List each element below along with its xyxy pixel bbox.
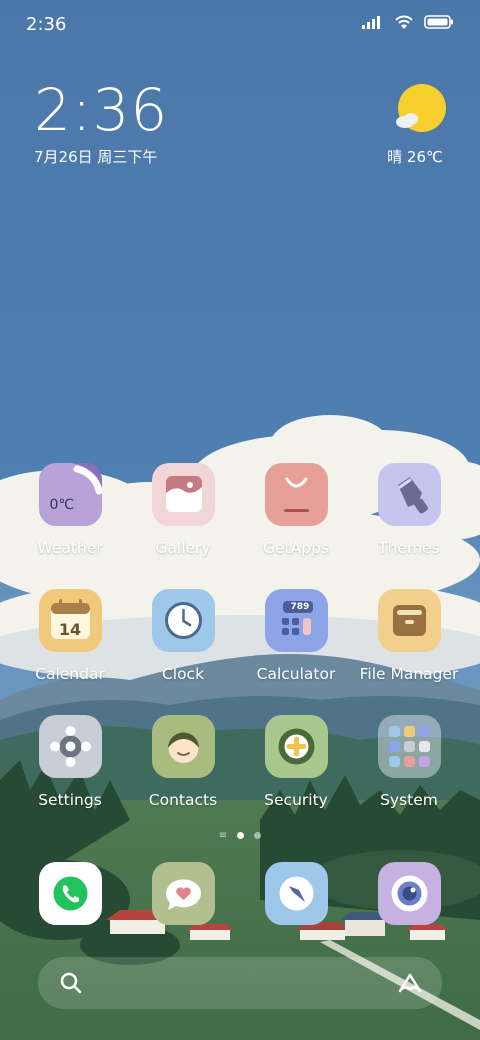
widget-time: 2:36 — [34, 76, 169, 144]
dock-phone[interactable] — [15, 862, 125, 925]
status-icons — [362, 14, 454, 30]
camera-icon — [377, 862, 441, 925]
app-label: Calendar — [35, 665, 105, 683]
app-security[interactable]: Security — [241, 715, 351, 809]
settings-icon — [38, 715, 102, 778]
contacts-icon — [151, 715, 215, 778]
status-time: 2:36 — [26, 14, 67, 35]
app-label: Weather — [37, 539, 103, 557]
app-label: Clock — [161, 665, 205, 683]
calendar-day: 14 — [58, 620, 82, 639]
app-themes[interactable]: Themes — [354, 463, 464, 557]
signal-icon — [362, 16, 380, 29]
clock-widget[interactable]: 2:36 7月26日 周三下午 — [34, 80, 168, 167]
themes-icon — [377, 463, 441, 526]
phone-icon — [38, 862, 102, 925]
assistant-icon[interactable] — [396, 971, 424, 995]
calculator-icon: 789 — [264, 589, 328, 652]
page-indicator[interactable]: ≡ — [0, 830, 480, 841]
gallery-icon — [151, 463, 215, 526]
folder-system[interactable]: System — [354, 715, 464, 809]
sunny-icon — [396, 84, 446, 132]
app-label: Themes — [378, 539, 440, 557]
messaging-icon — [151, 862, 215, 925]
getapps-icon — [264, 463, 328, 526]
status-bar: 2:36 — [0, 0, 480, 50]
app-gallery[interactable]: Gallery — [128, 463, 238, 557]
app-label: Contacts — [148, 791, 218, 809]
app-label: GetApps — [263, 539, 329, 557]
clock-app-icon — [151, 589, 215, 652]
app-label: Gallery — [155, 539, 211, 557]
search-icon — [60, 972, 82, 994]
weather-app-icon: 0℃ — [38, 463, 102, 526]
file-manager-icon — [377, 589, 441, 652]
dock-camera[interactable] — [354, 862, 464, 925]
calculator-display: 789 — [290, 602, 310, 612]
dock-messaging[interactable] — [128, 862, 238, 925]
weather-widget[interactable]: 晴 26℃ — [380, 84, 450, 167]
browser-icon — [264, 862, 328, 925]
app-getapps[interactable]: GetApps — [241, 463, 351, 557]
app-label: Security — [264, 791, 328, 809]
app-label: System — [380, 791, 438, 809]
weather-app-badge: 0℃ — [49, 497, 75, 513]
security-icon — [264, 715, 328, 778]
calendar-icon: 14 — [38, 589, 102, 652]
battery-icon — [424, 15, 453, 29]
app-calendar[interactable]: 14 Calendar — [15, 589, 125, 683]
widget-date: 7月26日 周三下午 — [34, 148, 158, 166]
app-contacts[interactable]: Contacts — [128, 715, 238, 809]
search-bar[interactable] — [38, 957, 442, 1009]
weather-text: 晴 26℃ — [387, 148, 443, 166]
app-label: File Manager — [359, 665, 459, 683]
system-folder-icon — [377, 715, 441, 778]
app-label: Settings — [38, 791, 102, 809]
page-dot-active — [237, 832, 245, 839]
app-settings[interactable]: Settings — [15, 715, 125, 809]
app-file-manager[interactable]: File Manager — [354, 589, 464, 683]
app-weather[interactable]: 0℃ Weather — [15, 463, 125, 557]
app-calculator[interactable]: 789 Calculator — [241, 589, 351, 683]
app-label: Calculator — [256, 665, 336, 683]
app-clock[interactable]: Clock — [128, 589, 238, 683]
menu-lines-icon: ≡ — [218, 830, 228, 841]
page-dot — [254, 832, 262, 839]
dock-browser[interactable] — [241, 862, 351, 925]
wifi-icon — [395, 15, 413, 29]
